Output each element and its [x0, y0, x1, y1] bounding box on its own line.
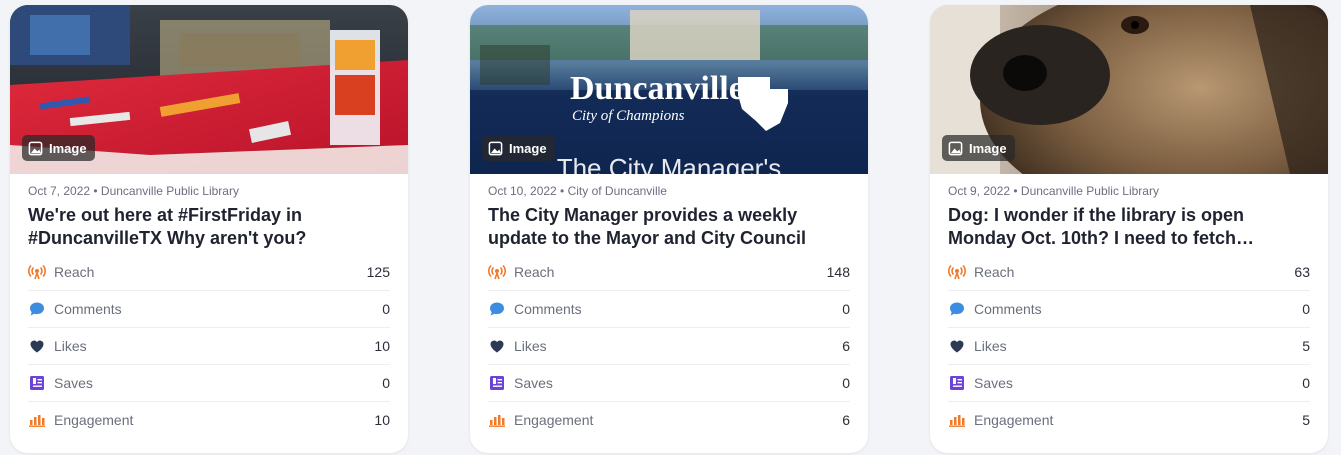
- broadcast-icon: [948, 264, 966, 280]
- image-icon: [948, 141, 963, 155]
- stat-value-saves: 0: [842, 375, 850, 391]
- stat-label: Comments: [514, 301, 582, 317]
- post-card[interactable]: Image Oct 7, 2022 • Duncanville Public L…: [10, 5, 408, 453]
- bar-chart-icon: [29, 415, 45, 427]
- stat-label: Reach: [514, 264, 555, 280]
- image-badge: Image: [482, 135, 555, 161]
- comment-bubble-icon: [30, 302, 44, 316]
- stat-label: Saves: [514, 375, 553, 391]
- stat-value-engagement: 5: [1302, 412, 1310, 428]
- post-meta: Oct 9, 2022 • Duncanville Public Library: [948, 184, 1159, 198]
- stat-value-reach: 125: [366, 264, 390, 280]
- stat-row-saves: Saves 0: [488, 365, 850, 402]
- bar-chart-icon: [949, 415, 965, 427]
- heart-icon: [30, 340, 44, 353]
- image-icon: [488, 141, 503, 155]
- bookmark-list-icon: [30, 376, 44, 390]
- post-title[interactable]: Dog: I wonder if the library is open Mon…: [948, 204, 1310, 250]
- stat-row-engagement: Engagement 6: [488, 402, 850, 438]
- comment-bubble-icon: [950, 302, 964, 316]
- stat-value-likes: 10: [374, 338, 390, 354]
- stat-row-reach: Reach 63: [948, 254, 1310, 291]
- stat-label: Saves: [974, 375, 1013, 391]
- stat-value-likes: 5: [1302, 338, 1310, 354]
- badge-label: Image: [509, 140, 547, 156]
- bookmark-list-icon: [490, 376, 504, 390]
- stat-label: Likes: [974, 338, 1007, 354]
- stat-label: Reach: [974, 264, 1015, 280]
- image-icon: [28, 141, 43, 155]
- stat-value-reach: 63: [1294, 264, 1310, 280]
- broadcast-icon: [488, 264, 506, 280]
- stat-label: Reach: [54, 264, 95, 280]
- bookmark-list-icon: [950, 376, 964, 390]
- heart-icon: [490, 340, 504, 353]
- stat-value-reach: 148: [826, 264, 850, 280]
- stat-value-saves: 0: [382, 375, 390, 391]
- stat-label: Likes: [54, 338, 87, 354]
- stat-row-reach: Reach 125: [28, 254, 390, 291]
- post-meta: Oct 10, 2022 • City of Duncanville: [488, 184, 667, 198]
- stat-label: Engagement: [514, 412, 594, 428]
- stat-row-likes: Likes 6: [488, 328, 850, 365]
- post-card[interactable]: Duncanville City of Champions The City M…: [470, 5, 868, 453]
- image-logo-title: Duncanville: [570, 70, 744, 107]
- stat-label: Likes: [514, 338, 547, 354]
- post-title[interactable]: The City Manager provides a weekly updat…: [488, 204, 850, 250]
- stat-row-engagement: Engagement 10: [28, 402, 390, 438]
- stat-value-engagement: 6: [842, 412, 850, 428]
- stat-row-likes: Likes 10: [28, 328, 390, 365]
- stat-label: Comments: [974, 301, 1042, 317]
- stat-row-likes: Likes 5: [948, 328, 1310, 365]
- stat-row-reach: Reach 148: [488, 254, 850, 291]
- post-stats: Reach 125 Comments 0 Likes 10 Saves 0 En…: [28, 254, 390, 438]
- stat-value-comments: 0: [382, 301, 390, 317]
- bar-chart-icon: [489, 415, 505, 427]
- post-image[interactable]: Duncanville City of Champions The City M…: [470, 5, 868, 174]
- badge-label: Image: [969, 140, 1007, 156]
- stat-row-comments: Comments 0: [28, 291, 390, 328]
- badge-label: Image: [49, 140, 87, 156]
- post-image[interactable]: Image: [930, 5, 1328, 174]
- post-meta: Oct 7, 2022 • Duncanville Public Library: [28, 184, 239, 198]
- stat-row-comments: Comments 0: [488, 291, 850, 328]
- post-stats: Reach 63 Comments 0 Likes 5 Saves 0 Enga…: [948, 254, 1310, 438]
- stat-value-comments: 0: [842, 301, 850, 317]
- post-stats: Reach 148 Comments 0 Likes 6 Saves 0 Eng…: [488, 254, 850, 438]
- stat-label: Engagement: [54, 412, 134, 428]
- heart-icon: [950, 340, 964, 353]
- stat-value-engagement: 10: [374, 412, 390, 428]
- post-title[interactable]: We're out here at #FirstFriday in #Dunca…: [28, 204, 390, 250]
- stat-value-saves: 0: [1302, 375, 1310, 391]
- post-image[interactable]: Image: [10, 5, 408, 174]
- post-cards-grid: Image Oct 7, 2022 • Duncanville Public L…: [0, 0, 1341, 455]
- stat-label: Saves: [54, 375, 93, 391]
- image-logo-subtitle: City of Champions: [572, 108, 685, 124]
- stat-value-likes: 6: [842, 338, 850, 354]
- stat-row-comments: Comments 0: [948, 291, 1310, 328]
- broadcast-icon: [28, 264, 46, 280]
- stat-value-comments: 0: [1302, 301, 1310, 317]
- image-badge: Image: [942, 135, 1015, 161]
- comment-bubble-icon: [490, 302, 504, 316]
- image-badge: Image: [22, 135, 95, 161]
- stat-label: Engagement: [974, 412, 1054, 428]
- stat-label: Comments: [54, 301, 122, 317]
- post-card[interactable]: Image Oct 9, 2022 • Duncanville Public L…: [930, 5, 1328, 453]
- stat-row-engagement: Engagement 5: [948, 402, 1310, 438]
- stat-row-saves: Saves 0: [28, 365, 390, 402]
- stat-row-saves: Saves 0: [948, 365, 1310, 402]
